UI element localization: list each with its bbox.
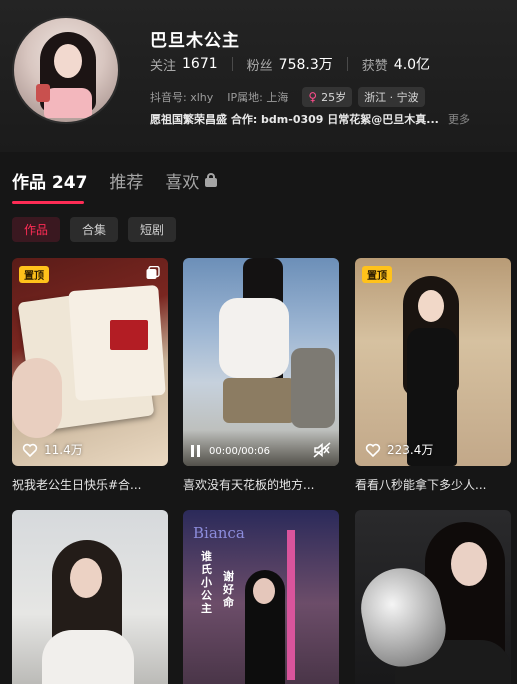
face-image xyxy=(70,558,102,598)
couple-photo xyxy=(110,320,148,350)
active-tab-indicator xyxy=(12,201,84,204)
thumbnail-brand-text: Bianca xyxy=(193,524,245,542)
video-thumbnail[interactable]: 置顶 223.4万 xyxy=(355,258,511,466)
top-image xyxy=(219,298,289,378)
gallery-icon xyxy=(146,266,160,279)
video-likes: 11.4万 xyxy=(22,441,83,458)
video-thumbnail[interactable] xyxy=(355,510,511,684)
mute-icon[interactable] xyxy=(313,442,331,458)
video-card[interactable]: 00:00/00:06 喜欢没有天花板的地方... xyxy=(183,258,339,493)
video-card[interactable] xyxy=(12,510,168,684)
hand-image xyxy=(12,358,62,438)
likes-count: 223.4万 xyxy=(387,443,434,457)
tab-likes-label: 喜欢 xyxy=(165,172,200,193)
profile-tabs: 作品 247 推荐 喜欢 xyxy=(12,168,239,193)
video-card[interactable]: Bianca 谁氏小公主 谢好命 xyxy=(183,510,339,684)
bio-more-link[interactable]: 更多 xyxy=(448,111,470,127)
heart-icon xyxy=(365,443,381,457)
video-card[interactable]: 置顶 11.4万 祝我老公生日快乐#合... xyxy=(12,258,168,493)
thumbnail-vertical-text: 谢好命 xyxy=(223,570,234,609)
age-tag: ♀ 25岁 xyxy=(302,87,353,107)
bio-text: 愿祖国繁荣昌盛 合作: bdm-0309 日常花絮@巴旦木真... xyxy=(150,113,439,126)
profile-stats: 关注 1671 粉丝 758.3万 获赞 4.0亿 xyxy=(150,54,431,74)
shorts-image xyxy=(223,378,295,423)
jacket-image xyxy=(291,348,335,428)
likes-count: 11.4万 xyxy=(44,443,83,457)
video-card[interactable] xyxy=(355,510,511,684)
profile-header: 巴旦木公主 关注 1671 粉丝 758.3万 获赞 4.0亿 抖音号: xlh… xyxy=(0,0,517,152)
likes-count: 4.0亿 xyxy=(393,57,431,73)
video-thumbnail[interactable]: 置顶 11.4万 xyxy=(12,258,168,466)
face-image xyxy=(451,542,487,586)
video-caption[interactable]: 喜欢没有天花板的地方... xyxy=(183,476,339,493)
age-tag-label: 25岁 xyxy=(321,91,347,104)
subtab-short-drama[interactable]: 短剧 xyxy=(128,217,177,242)
playback-time: 00:00/00:06 xyxy=(209,445,271,457)
tab-likes[interactable]: 喜欢 xyxy=(165,168,218,193)
profile-meta: 抖音号: xlhy IP属地: 上海 ♀ 25岁 浙江 · 宁波 xyxy=(150,87,431,107)
avatar-cup xyxy=(36,84,50,102)
subtab-collections[interactable]: 合集 xyxy=(70,217,119,242)
video-card[interactable]: 置顶 223.4万 看看八秒能拿下多少人... xyxy=(355,258,511,493)
douyin-id[interactable]: 抖音号: xlhy xyxy=(150,89,213,105)
tower-image xyxy=(287,530,295,680)
following-label[interactable]: 关注 xyxy=(150,55,176,74)
stats-divider xyxy=(346,57,348,71)
profile-bio: 愿祖国繁荣昌盛 合作: bdm-0309 日常花絮@巴旦木真... 更多 xyxy=(150,111,510,127)
video-thumbnail[interactable]: 00:00/00:06 xyxy=(183,258,339,466)
followers-label[interactable]: 粉丝 xyxy=(247,55,273,74)
video-caption[interactable]: 看看八秒能拿下多少人... xyxy=(355,476,511,493)
ip-location: IP属地: 上海 xyxy=(227,91,289,104)
pinned-badge: 置顶 xyxy=(19,266,49,283)
lock-icon xyxy=(205,173,218,187)
female-icon: ♀ xyxy=(308,90,318,104)
pause-icon[interactable] xyxy=(191,445,203,457)
region-tag: 浙江 · 宁波 xyxy=(358,87,425,107)
heart-icon xyxy=(22,443,38,457)
video-likes: 223.4万 xyxy=(365,441,433,458)
subtab-works[interactable]: 作品 xyxy=(12,217,61,242)
thumbnail-vertical-text: 谁氏小公主 xyxy=(201,550,212,615)
video-caption[interactable]: 祝我老公生日快乐#合... xyxy=(12,476,168,493)
face-image xyxy=(253,578,275,604)
subtabs: 作品 合集 短剧 xyxy=(12,217,186,242)
player-controls: 00:00/00:06 xyxy=(191,445,270,457)
followers-count[interactable]: 758.3万 xyxy=(279,54,333,74)
tab-recommend[interactable]: 推荐 xyxy=(109,168,143,193)
face-image xyxy=(418,290,444,322)
following-count[interactable]: 1671 xyxy=(182,56,218,72)
tab-works[interactable]: 作品 247 xyxy=(12,168,87,193)
avatar-top xyxy=(44,88,92,118)
stats-divider xyxy=(231,57,233,71)
body-image xyxy=(42,630,134,684)
likes-label: 获赞 xyxy=(361,58,388,74)
profile-name: 巴旦木公主 xyxy=(150,31,240,51)
avatar[interactable] xyxy=(12,16,120,124)
video-thumbnail[interactable]: Bianca 谁氏小公主 谢好命 xyxy=(183,510,339,684)
avatar-face xyxy=(54,44,82,78)
video-thumbnail[interactable] xyxy=(12,510,168,684)
pinned-badge: 置顶 xyxy=(362,266,392,283)
